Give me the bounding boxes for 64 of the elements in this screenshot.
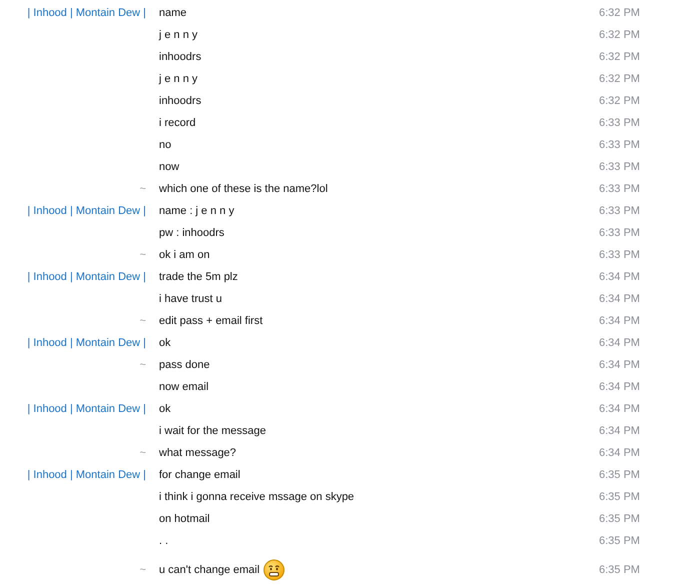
message-text: trade the 5m plz (159, 271, 238, 283)
message-time: 6:34 PM (599, 271, 641, 283)
message-text: ok (159, 337, 171, 349)
message-text: i have trust u (159, 293, 222, 305)
message-time: 6:32 PM (599, 7, 641, 19)
message-time: 6:34 PM (599, 447, 641, 459)
message-time: 6:33 PM (599, 117, 641, 129)
message-time: 6:34 PM (599, 293, 641, 305)
sender-name: | Inhood | Montain Dew | (27, 469, 146, 481)
message-text: u can't change email (159, 564, 260, 576)
message-time: 6:34 PM (599, 337, 641, 349)
message-time: 6:33 PM (599, 249, 641, 261)
message-time: 6:33 PM (599, 161, 641, 173)
message-text: inhoodrs (159, 95, 202, 107)
message-time: 6:35 PM (599, 513, 641, 525)
message-text: i record (159, 117, 196, 129)
message-text: name : j e n n y (159, 205, 234, 217)
sender-name: | Inhood | Montain Dew | (27, 7, 146, 19)
message-text: name (159, 7, 187, 19)
message-time: 6:32 PM (599, 73, 641, 85)
message-time: 6:34 PM (599, 359, 641, 371)
message-time: 6:33 PM (599, 183, 641, 195)
message-time: 6:34 PM (599, 381, 641, 393)
message-text: i think i gonna receive mssage on skype (159, 491, 354, 503)
sender-mark: ~ (140, 564, 146, 576)
message-time: 6:33 PM (599, 227, 641, 239)
sender-mark: ~ (140, 447, 146, 459)
message-text: j e n n y (159, 29, 198, 41)
message-text: i wait for the message (159, 425, 266, 437)
message-time: 6:32 PM (599, 95, 641, 107)
message-time: 6:35 PM (599, 564, 641, 576)
message-text: what message? (159, 447, 236, 459)
message-time: 6:32 PM (599, 29, 641, 41)
sender-mark: ~ (140, 249, 146, 261)
sender-mark: ~ (140, 315, 146, 327)
message-text: ok (159, 403, 171, 415)
message-time: 6:35 PM (599, 469, 641, 481)
message-text: now (159, 161, 180, 173)
message-text: pass done (159, 359, 210, 371)
sender-name: | Inhood | Montain Dew | (27, 205, 146, 217)
message-text: inhoodrs (159, 51, 202, 63)
message-time: 6:35 PM (599, 491, 641, 503)
message-text: for change email (159, 469, 240, 481)
message-text: no (159, 139, 172, 151)
message-text: which one of these is the name?lol (159, 183, 328, 195)
message-time: 6:33 PM (599, 139, 641, 151)
message-time: 6:32 PM (599, 51, 641, 63)
message-text: on hotmail (159, 513, 210, 525)
message-time: 6:34 PM (599, 425, 641, 437)
sender-name: | Inhood | Montain Dew | (27, 271, 146, 283)
message-time: 6:34 PM (599, 403, 641, 415)
message-text: . . (159, 535, 168, 547)
message-time: 6:34 PM (599, 315, 641, 327)
sender-mark: ~ (140, 359, 146, 371)
message-time: 6:33 PM (599, 205, 641, 217)
sender-name: | Inhood | Montain Dew | (27, 403, 146, 415)
message-text: edit pass + email first (159, 315, 263, 327)
message-text: pw : inhoodrs (159, 227, 224, 239)
message-text: ok i am on (159, 249, 210, 261)
message-text: now email (159, 381, 209, 393)
message-time: 6:35 PM (599, 535, 641, 547)
message-text: j e n n y (159, 73, 198, 85)
sender-mark: ~ (140, 183, 146, 195)
sender-name: | Inhood | Montain Dew | (27, 337, 146, 349)
